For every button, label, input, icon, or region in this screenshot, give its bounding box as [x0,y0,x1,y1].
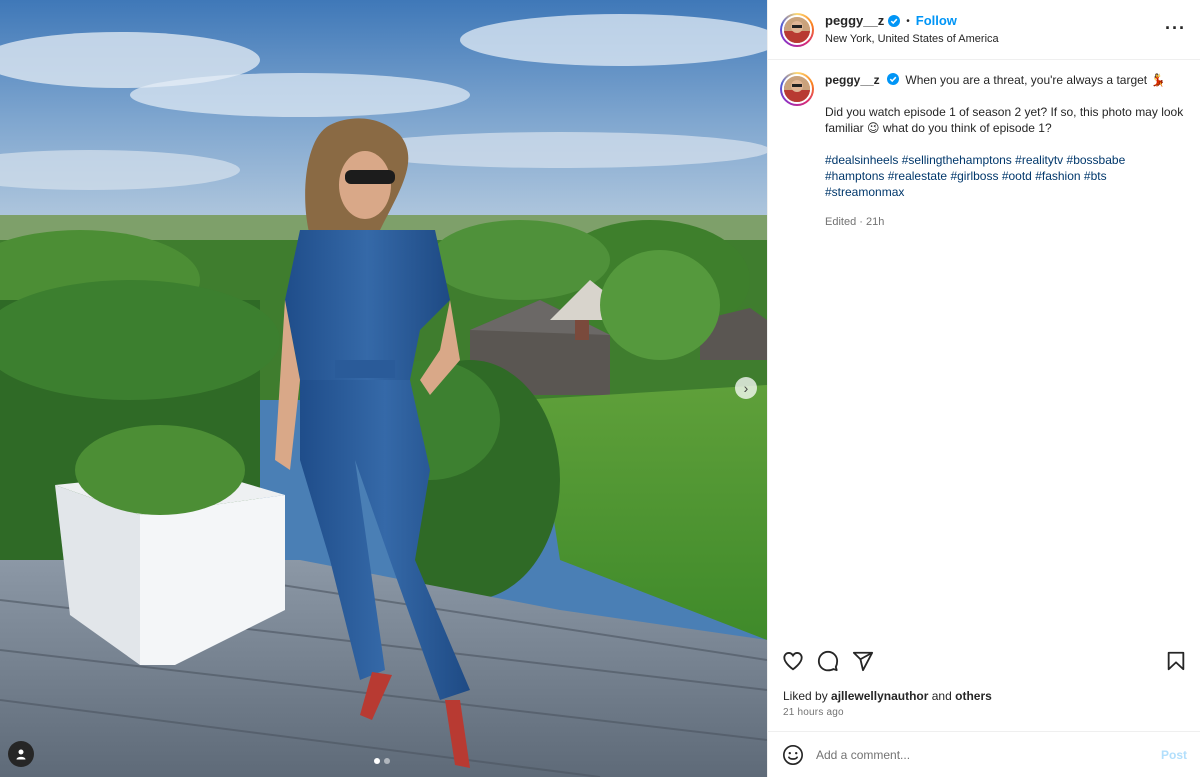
edited-timestamp: Edited · 21h [825,216,885,229]
avatar[interactable] [780,12,814,47]
comment-icon[interactable] [817,650,839,672]
comment-bar: Post [768,731,1200,777]
likes-prefix: Liked by [783,689,828,703]
avatar-image [784,76,810,102]
caption-headline: When you are a threat, you're always a t… [905,73,1166,87]
hashtag-link[interactable]: #hamptons [825,169,884,183]
hashtag-link[interactable]: #sellingthehamptons [902,153,1012,167]
post-panel: peggy__z • Follow New York, United State… [767,0,1200,777]
caption: peggy__z When you are a threat, you're a… [780,72,1188,230]
hashtag-link[interactable]: #bts [1084,169,1107,183]
caption-avatar[interactable] [780,72,814,106]
hashtag-link[interactable]: #girlboss [950,169,998,183]
hashtag-link[interactable]: #dealsinheels [825,153,898,167]
likes-connector: and [931,689,952,703]
photo-scene [0,0,767,777]
caption-paragraph: Did you watch episode 1 of season 2 yet?… [825,105,1184,136]
hashtag-link[interactable]: #streamonmax [825,185,904,199]
post-timestamp[interactable]: 21 hours ago [783,707,844,718]
caption-username[interactable]: peggy__z [825,73,880,87]
more-horizontal-icon[interactable]: ··· [1165,18,1186,39]
comment-input[interactable] [816,747,1161,762]
hashtag-link[interactable]: #realestate [888,169,947,183]
separator-bullet: • [906,15,910,27]
hashtag-list: #dealsinheels #sellingthehamptons #reali… [825,152,1185,201]
verified-icon [888,15,901,28]
post-photo[interactable]: › [0,0,767,777]
save-icon[interactable] [1165,650,1187,672]
post-comment-button[interactable]: Post [1161,748,1187,762]
hashtag-link[interactable]: #bossbabe [1067,153,1126,167]
tagged-users-button[interactable] [8,741,34,767]
hashtag-link[interactable]: #realitytv [1015,153,1063,167]
comments-section[interactable]: peggy__z When you are a threat, you're a… [768,60,1200,643]
share-icon[interactable] [852,650,874,672]
likes-others-link[interactable]: others [955,689,992,703]
post-username[interactable]: peggy__z [825,13,884,30]
hashtag-link[interactable]: #ootd [1002,169,1032,183]
liked-by-user[interactable]: ajllewellynauthor [831,689,928,703]
hashtag-link[interactable]: #fashion [1035,169,1080,183]
follow-button[interactable]: Follow [916,13,957,30]
post-location[interactable]: New York, United States of America [825,32,999,46]
carousel-dot-active [374,758,380,764]
chevron-right-icon: › [743,380,749,396]
carousel-next-button[interactable]: › [735,377,757,399]
verified-icon [887,73,900,85]
post-header: peggy__z • Follow New York, United State… [768,0,1200,60]
carousel-dots [374,758,390,764]
likes-summary: Liked by ajllewellynauthor and others [783,689,992,703]
carousel-dot [384,758,390,764]
action-bar [768,650,1200,672]
user-icon [16,749,26,760]
heart-icon[interactable] [782,650,804,672]
avatar-image [784,16,810,43]
emoji-icon[interactable] [782,744,804,766]
